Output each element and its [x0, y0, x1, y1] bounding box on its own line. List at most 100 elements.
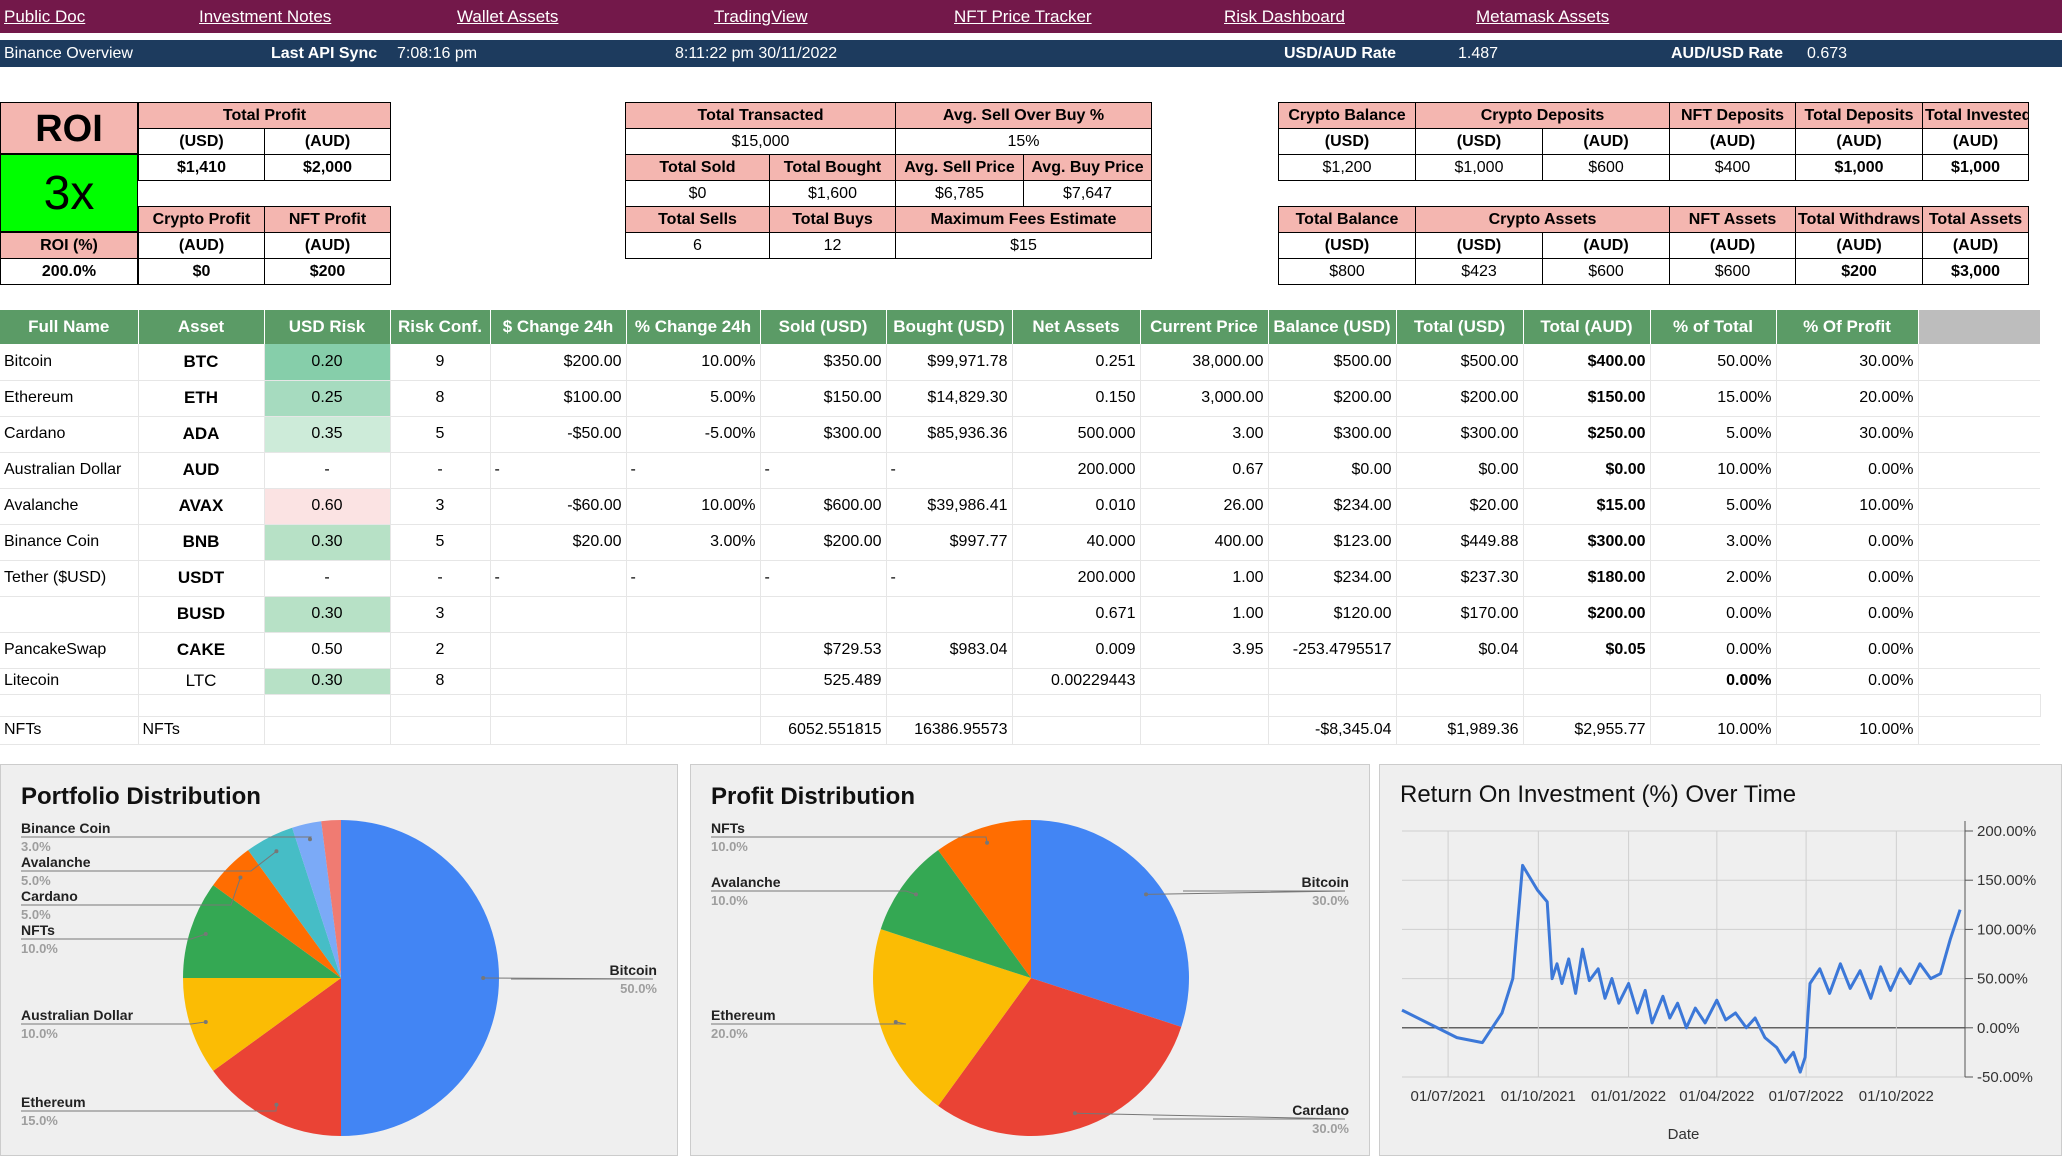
table-cell[interactable]: 0.010 [1012, 488, 1141, 525]
table-cell[interactable]: $100.00 [490, 380, 627, 417]
table-cell[interactable] [490, 632, 627, 669]
column-header[interactable]: % Of Profit [1776, 310, 1919, 344]
column-header[interactable]: Total (USD) [1396, 310, 1524, 344]
table-cell[interactable]: -$50.00 [490, 416, 627, 453]
table-cell[interactable]: 2 [390, 632, 491, 669]
table-cell[interactable] [886, 596, 1013, 633]
table-cell[interactable]: $250.00 [1523, 416, 1651, 453]
table-cell[interactable]: $200.00 [1396, 380, 1524, 417]
table-cell[interactable]: - [886, 452, 1013, 489]
table-cell[interactable]: 10.00% [1776, 715, 1919, 745]
table-cell[interactable]: 40.000 [1012, 524, 1141, 561]
table-cell[interactable]: -$60.00 [490, 488, 627, 525]
column-header[interactable]: $ Change 24h [490, 310, 627, 344]
table-cell[interactable]: -253.4795517 [1268, 632, 1397, 669]
table-cell[interactable] [490, 596, 627, 633]
table-cell[interactable]: $500.00 [1268, 344, 1397, 381]
table-cell[interactable]: 0.67 [1140, 452, 1269, 489]
table-cell[interactable]: - [390, 560, 491, 597]
table-cell[interactable] [490, 668, 627, 695]
column-header[interactable]: Asset [138, 310, 265, 344]
table-cell[interactable]: $300.00 [1396, 416, 1524, 453]
table-cell[interactable]: Avalanche [0, 488, 139, 525]
table-cell[interactable] [1268, 668, 1397, 695]
table-cell[interactable]: $729.53 [760, 632, 887, 669]
table-cell[interactable]: 500.000 [1012, 416, 1141, 453]
table-cell[interactable]: - [760, 452, 887, 489]
table-cell[interactable]: 525.489 [760, 668, 887, 695]
nav-link-tradingview[interactable]: TradingView [714, 7, 808, 27]
column-header[interactable]: Full Name [0, 310, 139, 344]
table-cell[interactable]: 0.00229443 [1012, 668, 1141, 695]
table-cell[interactable]: ADA [138, 416, 265, 453]
table-cell[interactable]: - [264, 452, 391, 489]
table-cell[interactable]: $150.00 [760, 380, 887, 417]
table-cell[interactable]: 16386.95573 [886, 715, 1013, 745]
table-cell[interactable]: USDT [138, 560, 265, 597]
table-cell[interactable]: $14,829.30 [886, 380, 1013, 417]
table-cell[interactable] [1140, 715, 1269, 745]
table-cell[interactable]: 10.00% [626, 488, 761, 525]
column-header[interactable]: Net Assets [1012, 310, 1141, 344]
table-cell[interactable]: $0.00 [1268, 452, 1397, 489]
table-cell[interactable]: - [760, 560, 887, 597]
table-cell[interactable]: $120.00 [1268, 596, 1397, 633]
table-cell[interactable]: 0.00% [1776, 524, 1919, 561]
table-cell[interactable] [264, 715, 391, 745]
pie-slice-bitcoin[interactable] [341, 820, 499, 1136]
table-cell[interactable]: $1,989.36 [1396, 715, 1524, 745]
table-cell[interactable]: 6052.551815 [760, 715, 887, 745]
table-cell[interactable]: 50.00% [1650, 344, 1777, 381]
table-cell[interactable]: Binance Coin [0, 524, 139, 561]
table-cell[interactable]: $20.00 [490, 524, 627, 561]
table-cell[interactable]: $85,936.36 [886, 416, 1013, 453]
table-cell[interactable]: 5 [390, 416, 491, 453]
table-cell[interactable]: 0.251 [1012, 344, 1141, 381]
table-cell[interactable]: 3.00 [1140, 416, 1269, 453]
table-cell[interactable] [626, 668, 761, 695]
table-cell[interactable]: $99,971.78 [886, 344, 1013, 381]
table-cell[interactable]: $170.00 [1396, 596, 1524, 633]
nav-link-nft-price-tracker[interactable]: NFT Price Tracker [954, 7, 1092, 27]
table-cell[interactable] [0, 596, 139, 633]
table-cell[interactable]: NFTs [138, 715, 265, 745]
table-cell[interactable]: $449.88 [1396, 524, 1524, 561]
table-cell[interactable]: 0.30 [264, 524, 391, 561]
table-cell[interactable]: 200.000 [1012, 560, 1141, 597]
table-cell[interactable]: 10.00% [626, 344, 761, 381]
table-cell[interactable]: $0.04 [1396, 632, 1524, 669]
table-cell[interactable]: Cardano [0, 416, 139, 453]
table-cell[interactable]: 10.00% [1650, 715, 1777, 745]
table-cell[interactable]: $234.00 [1268, 560, 1397, 597]
table-cell[interactable]: 20.00% [1776, 380, 1919, 417]
table-cell[interactable]: 0.009 [1012, 632, 1141, 669]
table-cell[interactable] [886, 668, 1013, 695]
table-cell[interactable]: 0.00% [1776, 596, 1919, 633]
column-header[interactable]: Total (AUD) [1523, 310, 1651, 344]
table-cell[interactable]: 10.00% [1650, 452, 1777, 489]
table-cell[interactable]: 0.00% [1776, 668, 1919, 695]
table-cell[interactable]: 1.00 [1140, 560, 1269, 597]
table-cell[interactable]: 0.25 [264, 380, 391, 417]
table-cell[interactable]: 0.00% [1650, 668, 1777, 695]
table-cell[interactable]: AUD [138, 452, 265, 489]
table-cell[interactable]: 2.00% [1650, 560, 1777, 597]
table-cell[interactable]: 0.35 [264, 416, 391, 453]
table-cell[interactable]: ETH [138, 380, 265, 417]
table-cell[interactable]: $300.00 [1523, 524, 1651, 561]
table-cell[interactable]: $150.00 [1523, 380, 1651, 417]
table-cell[interactable]: 38,000.00 [1140, 344, 1269, 381]
table-cell[interactable]: 5.00% [1650, 416, 1777, 453]
table-cell[interactable]: 0.20 [264, 344, 391, 381]
column-header[interactable]: Risk Conf. [390, 310, 491, 344]
table-cell[interactable]: 0.00% [1776, 560, 1919, 597]
column-header[interactable]: Current Price [1140, 310, 1269, 344]
table-cell[interactable]: $237.30 [1396, 560, 1524, 597]
table-cell[interactable]: Ethereum [0, 380, 139, 417]
table-cell[interactable]: 3 [390, 488, 491, 525]
table-cell[interactable]: BUSD [138, 596, 265, 633]
table-cell[interactable]: $200.00 [1268, 380, 1397, 417]
table-cell[interactable]: 10.00% [1776, 488, 1919, 525]
table-cell[interactable]: $39,986.41 [886, 488, 1013, 525]
table-cell[interactable]: 8 [390, 668, 491, 695]
